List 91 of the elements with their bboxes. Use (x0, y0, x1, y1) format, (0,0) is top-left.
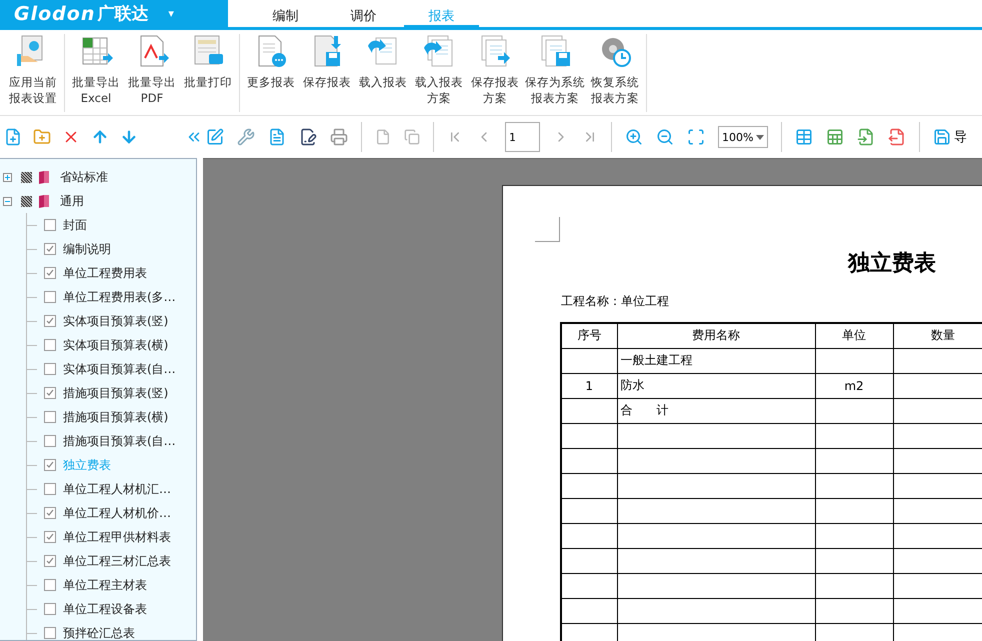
checkbox[interactable] (44, 267, 56, 279)
column-header: 费用名称 (617, 323, 815, 348)
table-cell: 合 计 (617, 398, 815, 423)
page-icon[interactable] (375, 129, 391, 145)
ribbon-button[interactable]: 应用当前 报表设置 (5, 34, 61, 112)
tree-item[interactable]: 实体项目预算表(自… (63, 360, 176, 378)
file-input-icon[interactable] (857, 128, 875, 146)
checkbox[interactable] (44, 603, 56, 615)
tree-item[interactable]: 单位工程费用表(多… (63, 288, 176, 306)
edit-icon[interactable] (206, 128, 224, 146)
report-title: 独立费表 (848, 249, 937, 278)
tree-item[interactable]: 预拌砼汇总表 (63, 624, 135, 640)
table-export-icon[interactable] (795, 128, 813, 146)
checkbox[interactable] (44, 363, 56, 375)
new-folder-icon[interactable] (33, 128, 51, 146)
tree-item[interactable]: 实体项目预算表(竖) (63, 312, 168, 330)
ribbon-button[interactable]: 批量导出 PDF (124, 34, 180, 112)
tree-node-label[interactable]: 通用 (60, 192, 84, 210)
wrench-icon[interactable] (237, 128, 255, 146)
hatch-icon (21, 172, 32, 182)
tree-item[interactable]: 封面 (63, 216, 87, 234)
book-icon (38, 170, 50, 184)
checkbox[interactable] (44, 507, 56, 519)
tree-item[interactable]: 单位工程主材表 (63, 576, 147, 594)
sheet-export-icon[interactable] (826, 128, 844, 146)
margin-mark (535, 217, 560, 242)
zoom-select[interactable]: 100% (718, 126, 768, 148)
tree-item[interactable]: 单位工程人材机价… (63, 504, 171, 522)
printer-icon[interactable] (330, 128, 348, 146)
checkbox[interactable] (44, 579, 56, 591)
checkbox[interactable] (44, 339, 56, 351)
tree-item[interactable]: 措施项目预算表(自… (63, 432, 176, 450)
edit-document-icon[interactable] (299, 128, 317, 146)
tree-item[interactable]: 单位工程甲供材料表 (63, 528, 171, 546)
tab[interactable]: 编制 (248, 0, 323, 27)
logo-text: Glodon (14, 2, 96, 24)
project-name: 工程名称：单位工程 (561, 293, 670, 310)
page-number-field[interactable]: 1 (505, 122, 540, 152)
tree-item[interactable]: 措施项目预算表(横) (63, 408, 168, 426)
arrow-down-icon[interactable] (120, 128, 138, 146)
checkbox[interactable] (44, 291, 56, 303)
ribbon-button[interactable]: 载入报表 方案 (411, 34, 467, 112)
checkbox[interactable] (44, 483, 56, 495)
tree-item[interactable]: 单位工程人材机汇… (63, 480, 171, 498)
ribbon-button[interactable]: 保存报表 方案 (467, 34, 523, 112)
ribbon-button[interactable]: 恢复系统 报表方案 (587, 34, 643, 112)
tree-item[interactable]: 单位工程费用表 (63, 264, 147, 282)
checkbox[interactable] (44, 531, 56, 543)
table-cell: 防水 (617, 373, 815, 398)
table-cell: 一般土建工程 (617, 348, 815, 373)
collapse-icon[interactable] (3, 196, 12, 206)
ribbon-button[interactable]: 批量打印 (180, 34, 236, 112)
page-icon[interactable] (268, 128, 286, 146)
tree-item[interactable]: 单位工程三材汇总表 (63, 552, 171, 570)
tree-node-label[interactable]: 省站标准 (60, 168, 108, 186)
ribbon-button[interactable]: 更多报表 (243, 34, 299, 112)
column-header: 单位 (815, 323, 893, 348)
caret-icon (756, 134, 764, 140)
table-cell: 1 (561, 373, 617, 398)
checkbox[interactable] (44, 219, 56, 231)
checkbox[interactable] (44, 411, 56, 423)
tree-item[interactable]: 编制说明 (63, 240, 111, 258)
tab[interactable]: 调价 (326, 0, 401, 27)
expand-icon[interactable] (3, 172, 12, 182)
column-header: 序号 (561, 323, 617, 348)
new-file-icon[interactable] (4, 128, 22, 146)
ribbon-button[interactable]: 载入报表 (355, 34, 411, 112)
checkbox[interactable] (44, 315, 56, 327)
save-icon[interactable] (933, 128, 951, 146)
checkbox[interactable] (44, 627, 56, 639)
checkbox[interactable] (44, 555, 56, 567)
table-cell: m2 (815, 373, 893, 398)
file-output-icon[interactable] (888, 128, 906, 146)
ribbon-button[interactable]: 批量导出 Excel (68, 34, 124, 112)
book-icon (38, 194, 50, 208)
copy-icon[interactable] (404, 129, 420, 145)
tree-item[interactable]: 单位工程设备表 (63, 600, 147, 618)
zoom-out-icon[interactable] (656, 128, 674, 146)
hatch-icon (21, 196, 32, 206)
fit-icon[interactable] (687, 128, 705, 146)
zoom-in-icon[interactable] (625, 128, 643, 146)
checkbox[interactable] (44, 387, 56, 399)
checkbox[interactable] (44, 243, 56, 255)
tree-item[interactable]: 措施项目预算表(竖) (63, 384, 168, 402)
checkbox[interactable] (44, 435, 56, 447)
ribbon-button[interactable]: 保存为系统 报表方案 (523, 34, 587, 112)
ribbon-button[interactable]: 保存报表 (299, 34, 355, 112)
logo-suffix: 广联达 (97, 3, 148, 25)
tree-item[interactable]: 实体项目预算表(横) (63, 336, 168, 354)
checkbox[interactable] (44, 459, 56, 471)
export-label[interactable]: 导 (954, 128, 967, 146)
